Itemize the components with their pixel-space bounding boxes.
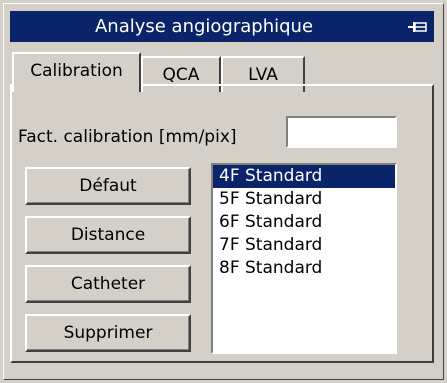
- title-bar[interactable]: Analyse angiographique: [10, 11, 434, 42]
- catheter-button[interactable]: Catheter: [25, 265, 191, 303]
- list-item[interactable]: 6F Standard: [213, 211, 395, 234]
- delete-button[interactable]: Supprimer: [25, 314, 191, 352]
- list-item[interactable]: 7F Standard: [213, 234, 395, 257]
- distance-button[interactable]: Distance: [25, 216, 191, 254]
- catheter-list[interactable]: 4F Standard 5F Standard 6F Standard 7F S…: [211, 163, 397, 354]
- default-button[interactable]: Défaut: [25, 167, 191, 205]
- tab-calibration[interactable]: Calibration: [12, 52, 141, 92]
- tab-calibration-label: Calibration: [30, 61, 123, 81]
- list-item[interactable]: 5F Standard: [213, 188, 395, 211]
- calibration-factor-input[interactable]: [286, 116, 397, 148]
- calibration-factor-label: Fact. calibration [mm/pix]: [18, 127, 237, 147]
- list-item[interactable]: 8F Standard: [213, 257, 395, 280]
- list-item[interactable]: 4F Standard: [213, 165, 395, 188]
- tab-qca-label: QCA: [162, 65, 200, 85]
- window-title: Analyse angiographique: [94, 16, 314, 37]
- tab-lva-label: LVA: [248, 65, 278, 85]
- pin-icon[interactable]: [408, 22, 428, 32]
